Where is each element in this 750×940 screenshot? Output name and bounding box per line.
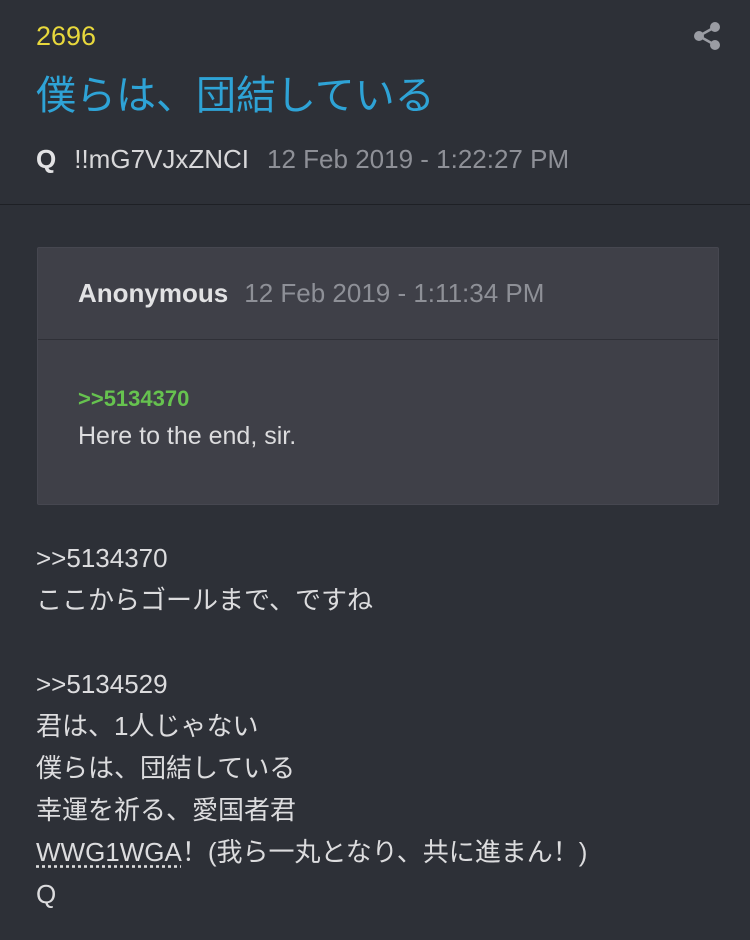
quoted-post-author: Anonymous	[78, 278, 229, 308]
body-text-line: 僕らは、団結している	[36, 753, 296, 783]
post-title: 僕らは、団結している	[36, 74, 435, 118]
signature: Q	[36, 879, 57, 909]
body-text-line: 君は、1人じゃない	[36, 711, 259, 741]
quoted-post-text: Here to the end, sir.	[78, 422, 297, 450]
body-text-line: ここからゴールまで、ですね	[36, 585, 373, 615]
quoted-post: Anonymous 12 Feb 2019 - 1:11:34 PM >>5134…	[37, 247, 719, 505]
share-icon[interactable]	[693, 21, 721, 51]
quoted-post-timestamp: 12 Feb 2019 - 1:11:34 PM	[244, 278, 545, 308]
reply-reference[interactable]: >>5134529	[36, 663, 726, 705]
post-number[interactable]: 2696	[36, 20, 96, 52]
quoted-post-meta: Anonymous 12 Feb 2019 - 1:11:34 PM	[78, 276, 544, 310]
reply-reference[interactable]: >>5134370	[36, 537, 726, 579]
abbreviation-wwg1wga[interactable]: WWG1WGA	[36, 837, 182, 867]
post-tripcode: !!mG7VJxZNCI	[74, 144, 250, 174]
body-text-line: 幸運を祈る、愛国者君	[36, 795, 297, 825]
quoted-post-header: Anonymous 12 Feb 2019 - 1:11:34 PM	[38, 248, 718, 340]
post-meta: Q !!mG7VJxZNCI 12 Feb 2019 - 1:22:27 PM	[36, 142, 569, 176]
quoted-post-body: >>5134370 Here to the end, sir.	[78, 384, 678, 452]
quote-reference-link[interactable]: >>5134370	[78, 384, 678, 414]
post-author: Q	[36, 144, 57, 174]
body-text-fragment: ！(我ら一丸となり、共に進まん！)	[181, 837, 588, 867]
post-timestamp: 12 Feb 2019 - 1:22:27 PM	[267, 144, 570, 174]
post-body: >>5134370 ここからゴールまで、ですね >>5134529 君は、1人じ…	[36, 537, 726, 915]
body-text-line: WWG1WGA！(我ら一丸となり、共に進まん！)	[36, 831, 726, 873]
post-header: 2696 僕らは、団結している Q !!mG7VJxZNCI 12 Feb 2019…	[0, 0, 750, 205]
